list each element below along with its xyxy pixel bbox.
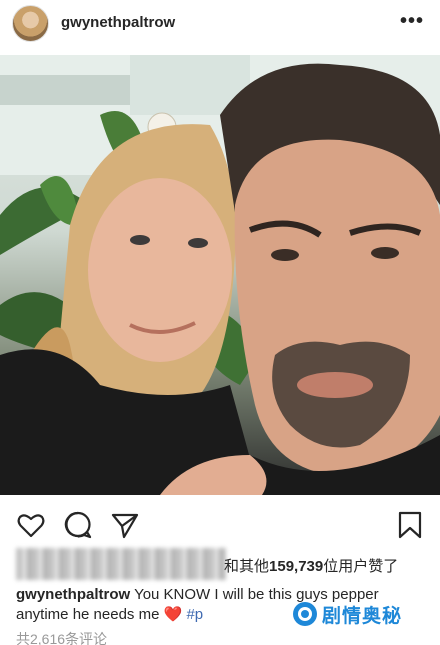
heart-outline-icon[interactable] — [16, 510, 46, 540]
bookmark-icon[interactable] — [395, 510, 425, 540]
more-options-icon[interactable]: ••• — [400, 10, 424, 33]
post-header: gwynethpaltrow ••• — [0, 0, 440, 52]
avatar[interactable] — [12, 5, 49, 42]
comment-icon[interactable] — [63, 510, 93, 540]
watermark-logo-icon — [293, 602, 317, 626]
blurred-usernames — [16, 548, 226, 580]
send-icon[interactable] — [110, 510, 140, 540]
likes-suffix: 位用户赞了 — [323, 558, 399, 575]
likes-text: 和其他159,739位用户赞了 — [224, 555, 398, 576]
caption-hashtag[interactable]: #p — [182, 606, 203, 623]
header-username[interactable]: gwynethpaltrow — [61, 14, 175, 31]
action-bar — [0, 505, 440, 545]
post-photo[interactable] — [0, 55, 440, 495]
photo-illustration — [0, 55, 440, 495]
likes-prefix: 和其他 — [224, 558, 270, 575]
likes-count: 159,739 — [269, 558, 324, 575]
heart-emoji-icon: ❤️ — [163, 606, 183, 623]
view-comments-link[interactable]: 共2,616条评论 — [16, 629, 107, 645]
caption-username[interactable]: gwynethpaltrow — [16, 586, 130, 603]
watermark: 剧情奥秘 — [292, 597, 402, 631]
likes-row[interactable]: 和其他159,739位用户赞了 — [16, 548, 426, 582]
watermark-text: 剧情奥秘 — [322, 605, 403, 627]
